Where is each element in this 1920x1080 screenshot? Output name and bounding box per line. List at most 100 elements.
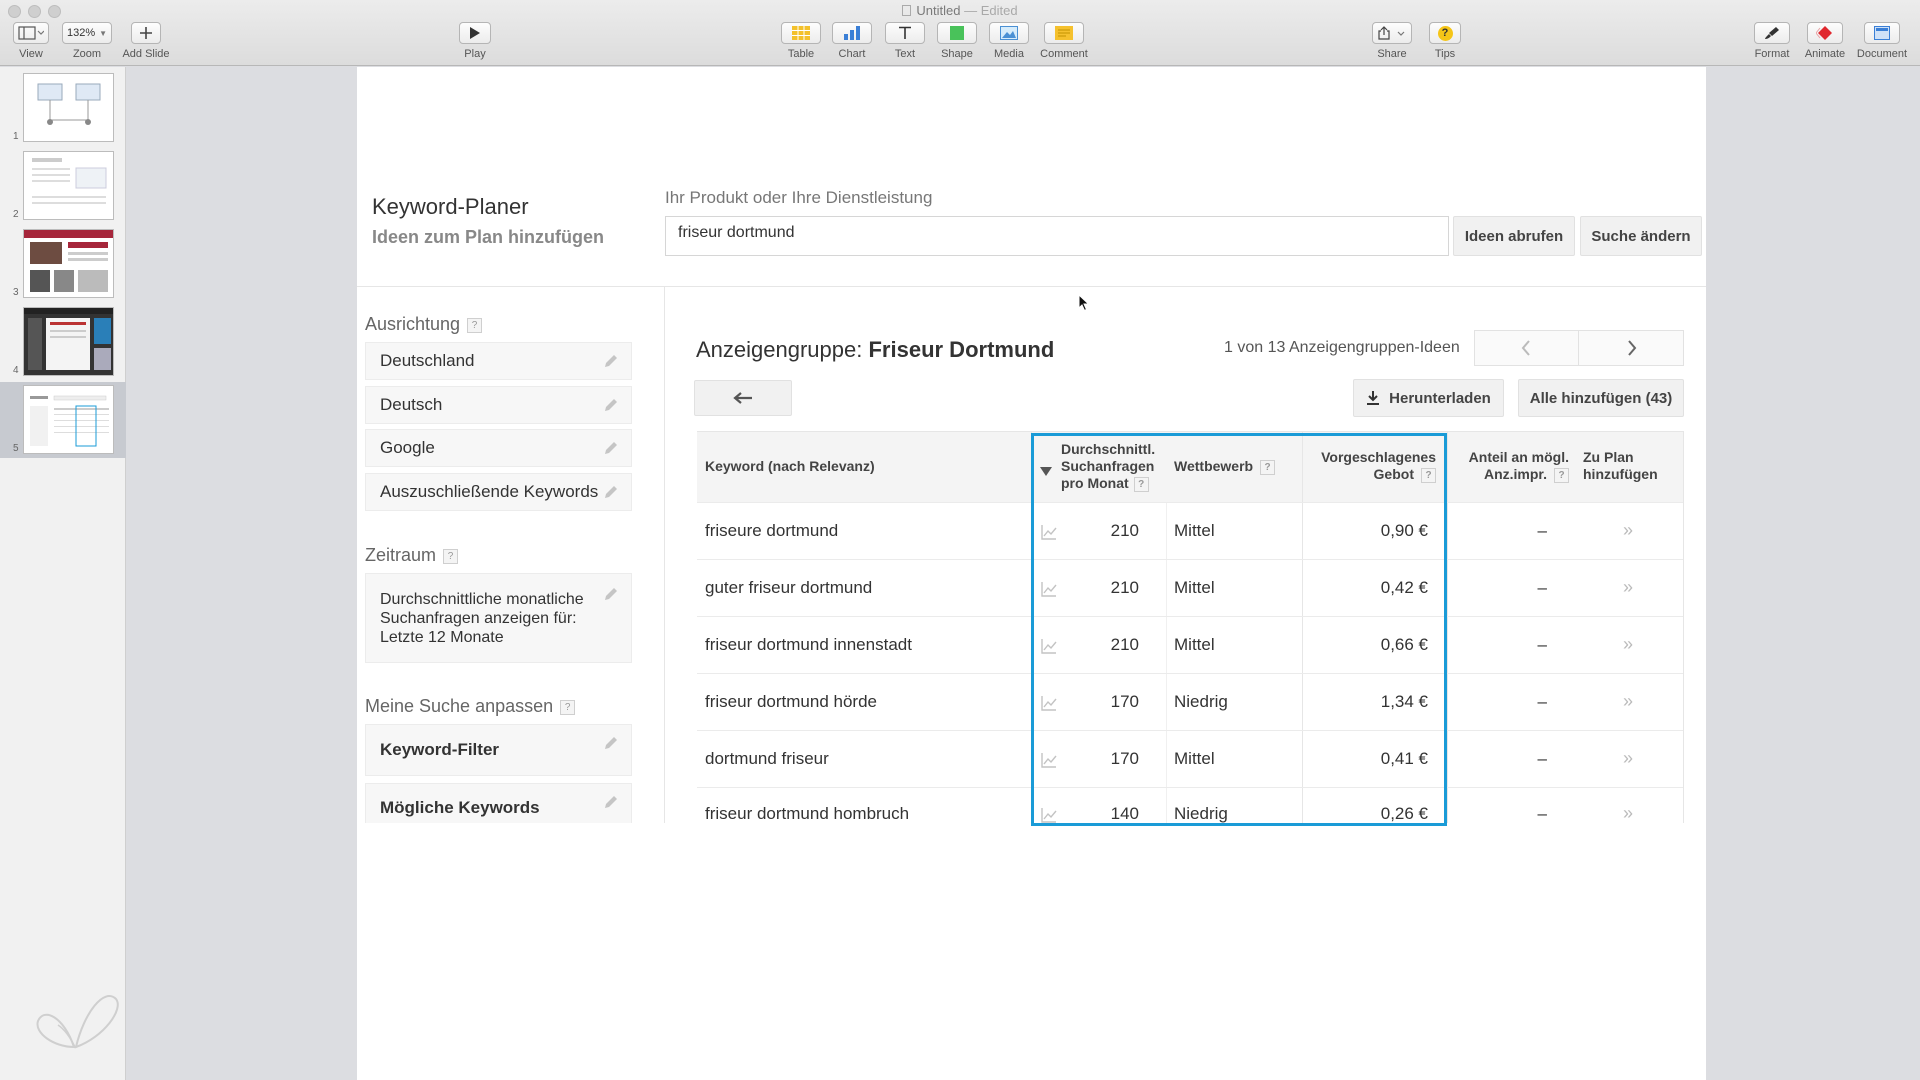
add-to-plan-icon[interactable]: » xyxy=(1623,803,1633,823)
add-to-plan-icon[interactable]: » xyxy=(1623,520,1633,541)
chart-button[interactable]: Chart xyxy=(831,22,873,60)
possible-keywords[interactable]: Mögliche Keywords xyxy=(365,783,632,823)
help-icon[interactable]: ? xyxy=(467,317,483,333)
comment-icon xyxy=(1044,22,1084,44)
chart-label: Chart xyxy=(838,48,866,60)
divider xyxy=(664,287,665,823)
view-button[interactable]: View xyxy=(13,22,49,60)
add-slide-button[interactable]: Add Slide xyxy=(120,22,172,60)
period-box[interactable]: Durchschnittliche monatliche Suchanfrage… xyxy=(365,573,632,663)
pencil-icon[interactable] xyxy=(603,353,619,369)
slide-thumbnail-2[interactable]: 2 xyxy=(0,148,126,224)
pencil-icon[interactable] xyxy=(603,735,619,751)
col-header-keyword[interactable]: Keyword (nach Relevanz) xyxy=(705,458,875,475)
table-button[interactable]: Table xyxy=(780,22,822,60)
sidebar-view-icon xyxy=(13,22,49,44)
text-label: Text xyxy=(894,48,916,60)
download-button[interactable]: Herunterladen xyxy=(1353,379,1504,417)
keyword-filter[interactable]: Keyword-Filter xyxy=(365,724,632,776)
col-header-share-line: Anz.impr. xyxy=(1483,466,1547,482)
download-icon xyxy=(1367,391,1380,405)
add-slide-label: Add Slide xyxy=(122,48,170,60)
targeting-location[interactable]: Deutschland xyxy=(365,342,632,380)
targeting-heading: Ausrichtung? xyxy=(365,314,483,335)
col-header-share-line: Anteil an mögl. xyxy=(1468,449,1569,465)
text-button[interactable]: Text xyxy=(884,22,926,60)
animate-button[interactable]: Animate xyxy=(1800,22,1850,60)
col-header-share[interactable]: Anteil an mögl. Anz.impr.? xyxy=(1452,449,1569,483)
bar-chart-icon xyxy=(832,22,872,44)
share-cell: – xyxy=(1537,635,1547,654)
zoom-control[interactable]: 132% ▼ Zoom xyxy=(61,22,113,60)
zoom-select[interactable]: 132% ▼ xyxy=(61,22,113,44)
slide-preview xyxy=(23,151,114,220)
comment-button[interactable]: Comment xyxy=(1036,22,1092,60)
col-header-add-line: hinzufügen xyxy=(1583,466,1658,482)
targeting-language-label: Deutsch xyxy=(380,395,443,414)
keyword-cell: dortmund friseur xyxy=(705,749,829,768)
add-to-plan-icon[interactable]: » xyxy=(1623,691,1633,712)
pencil-icon[interactable] xyxy=(603,440,619,456)
play-button[interactable]: Play xyxy=(455,22,495,60)
back-arrow-icon xyxy=(733,392,752,404)
play-label: Play xyxy=(464,48,486,60)
shape-button[interactable]: Shape xyxy=(936,22,978,60)
document-inspector-icon xyxy=(1864,22,1900,44)
share-button[interactable]: Share xyxy=(1370,22,1414,60)
help-icon[interactable]: ? xyxy=(560,699,576,715)
document-title: Untitled xyxy=(916,3,961,18)
window-toolbar: Untitled — Edited View 132% ▼ Zoom Add Sl… xyxy=(0,0,1920,66)
chevron-right-icon xyxy=(1627,340,1636,356)
slide-thumbnail-5[interactable]: 5 xyxy=(0,382,126,458)
mouse-cursor-icon xyxy=(1078,293,1090,317)
col-header-add[interactable]: Zu Plan hinzufügen xyxy=(1583,449,1658,483)
adgroup-prefix: Anzeigengruppe: xyxy=(696,337,863,362)
targeting-network[interactable]: Google xyxy=(365,429,632,467)
zoom-value: 132% xyxy=(66,27,96,39)
period-heading: Zeitraum? xyxy=(365,545,459,566)
period-text-line: Letzte 12 Monate xyxy=(380,628,504,646)
slide-number: 3 xyxy=(13,287,19,298)
window-title: Untitled — Edited xyxy=(0,3,1920,18)
tips-label: Tips xyxy=(1434,48,1456,60)
next-page-button[interactable] xyxy=(1579,330,1684,366)
share-cell: – xyxy=(1537,692,1547,711)
page-subtitle: Ideen zum Plan hinzufügen xyxy=(372,227,605,247)
share-cell: – xyxy=(1537,521,1547,540)
slide-thumbnail-4[interactable]: 4 xyxy=(0,304,126,380)
back-button[interactable] xyxy=(694,380,792,416)
product-label: Ihr Produkt oder Ihre Dienstleistung xyxy=(665,188,933,207)
period-text-line: Suchanfragen anzeigen für: xyxy=(380,609,577,627)
document-button[interactable]: Document xyxy=(1852,22,1912,60)
media-button[interactable]: Media xyxy=(988,22,1030,60)
highlight-rectangle[interactable] xyxy=(1031,433,1447,826)
slide-thumbnail-3[interactable]: 3 xyxy=(0,226,126,302)
tips-button[interactable]: ? Tips xyxy=(1425,22,1465,60)
targeting-language[interactable]: Deutsch xyxy=(365,386,632,424)
pencil-icon[interactable] xyxy=(603,794,619,810)
add-all-button[interactable]: Alle hinzufügen (43) xyxy=(1518,379,1684,417)
pencil-icon[interactable] xyxy=(603,397,619,413)
adgroup-name: Friseur Dortmund xyxy=(868,337,1055,362)
add-to-plan-icon[interactable]: » xyxy=(1623,748,1633,769)
help-icon[interactable]: ? xyxy=(1554,467,1569,483)
share-cell: – xyxy=(1537,749,1547,768)
change-search-button[interactable]: Suche ändern xyxy=(1580,216,1702,256)
targeting-negative-keywords[interactable]: Auszuschließende Keywords xyxy=(365,473,632,511)
possible-keywords-label: Mögliche Keywords xyxy=(380,798,540,817)
add-to-plan-icon[interactable]: » xyxy=(1623,577,1633,598)
pencil-icon[interactable] xyxy=(603,484,619,500)
help-icon[interactable]: ? xyxy=(443,548,459,564)
pencil-icon[interactable] xyxy=(603,586,619,602)
previous-page-button[interactable] xyxy=(1474,330,1578,366)
slide-preview xyxy=(23,385,114,454)
search-input[interactable]: friseur dortmund xyxy=(665,216,1449,256)
slide-number: 4 xyxy=(13,365,19,376)
format-button[interactable]: Format xyxy=(1748,22,1796,60)
chevron-down-icon: ▼ xyxy=(99,28,108,38)
get-ideas-button[interactable]: Ideen abrufen xyxy=(1453,216,1575,256)
butterfly-logo-icon xyxy=(34,977,120,1057)
slide-thumbnail-1[interactable]: 1 xyxy=(0,70,126,146)
add-to-plan-icon[interactable]: » xyxy=(1623,634,1633,655)
format-label: Format xyxy=(1754,48,1790,60)
